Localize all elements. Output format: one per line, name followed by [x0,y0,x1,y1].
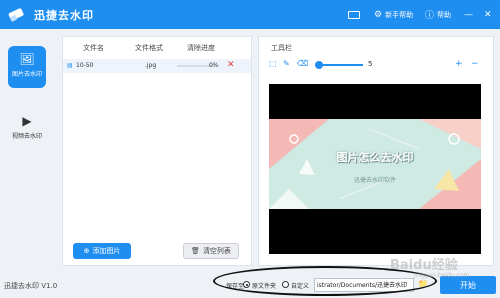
play-icon: ▶ [22,114,32,128]
zoom-out-icon[interactable]: − [471,59,479,69]
file-format: .jpg [145,62,157,69]
close-button[interactable]: ✕ [484,0,492,29]
sidebar-item-video-watermark[interactable]: ▶ 视频去水印 [8,108,46,150]
radio-custom-label: 自定义 [291,283,310,290]
brush-size-knob[interactable] [315,61,323,69]
brush-size-value: 5 [368,60,373,68]
file-list-panel: 文件名 文件格式 清除进度 ▤ 10-50 .jpg 0% ✕ ⊕ 添加图片 🗑… [62,36,252,266]
plus-circle-icon: ⊕ [83,247,90,255]
progress-text: 0% [209,62,219,69]
version-label: 迅捷去水印 V1.0 [4,282,58,290]
brush-size-slider[interactable] [317,64,363,66]
preview-title: 图片怎么去水印 [336,151,414,164]
add-image-label: 添加图片 [92,247,121,255]
newbie-help-label: 新手帮助 [385,10,414,19]
help-label: 帮助 [437,10,452,19]
radio-original-folder-label: 原文件夹 [252,283,277,290]
account-icon[interactable] [348,0,360,29]
column-header-progress: 清除进度 [187,44,215,52]
sidebar-item-label: 图片去水印 [11,71,42,78]
column-header-format: 文件格式 [135,44,163,52]
rectangle-select-icon[interactable]: ⬚ [269,59,277,68]
zoom-in-icon[interactable]: + [455,59,463,69]
sidebar-item-image-watermark[interactable]: 🖼 图片去水印 [8,46,46,88]
table-row[interactable]: ▤ 10-50 .jpg 0% ✕ [63,59,251,73]
app-title: 迅捷去水印 [34,9,94,22]
radio-original-folder[interactable] [243,281,250,288]
sidebar-item-label: 视频去水印 [11,133,42,140]
preview-image: 图片怎么去水印 迅捷去水印软件 [269,119,481,209]
clear-list-label: 清空列表 [202,247,231,255]
eraser-logo-icon [8,8,24,22]
preview-subtitle: 迅捷去水印软件 [353,177,396,184]
baidu-watermark-url: jingyan.baidu.com [414,272,470,279]
title-bar: 迅捷去水印 ⚙ 新手帮助 ⓘ 帮助 — ✕ [0,0,500,29]
minimize-button[interactable]: — [464,0,473,29]
close-icon: ✕ [484,9,492,20]
pen-icon[interactable]: ✎ [283,59,290,68]
sidebar: 🖼 图片去水印 ▶ 视频去水印 [0,29,54,275]
radio-custom[interactable] [282,281,289,288]
trash-icon: 🗑 [191,247,200,255]
folder-icon[interactable]: 📁 [418,279,430,290]
image-icon: 🖼 [19,52,35,66]
help-icon: ⓘ [425,11,435,21]
help-button[interactable]: ⓘ 帮助 [425,0,451,29]
file-name: 10-50 [76,62,94,69]
column-header-filename: 文件名 [83,44,104,52]
clear-list-button[interactable]: 🗑 清空列表 [183,243,239,259]
minimize-icon: — [464,9,473,20]
toolbox-title: 工具栏 [271,44,292,52]
baidu-watermark: Baidu经验 [390,258,458,273]
eraser-icon[interactable]: ⌫ [297,59,308,68]
toolbox-panel: 工具栏 ⬚ ✎ ⌫ 5 + − 图片怎么去水印 迅捷去水印软件 [258,36,494,266]
save-path-field[interactable]: istrator/Documents/迅捷去水印 [314,278,414,292]
gear-icon: ⚙ [374,9,383,20]
tool-row: ⬚ ✎ ⌫ 5 + − [269,59,483,71]
add-image-button[interactable]: ⊕ 添加图片 [73,243,131,259]
image-preview[interactable]: 图片怎么去水印 迅捷去水印软件 [269,84,481,254]
file-icon: ▤ [67,62,73,69]
newbie-help-button[interactable]: ⚙ 新手帮助 [374,0,413,29]
delete-icon[interactable]: ✕ [227,60,235,70]
